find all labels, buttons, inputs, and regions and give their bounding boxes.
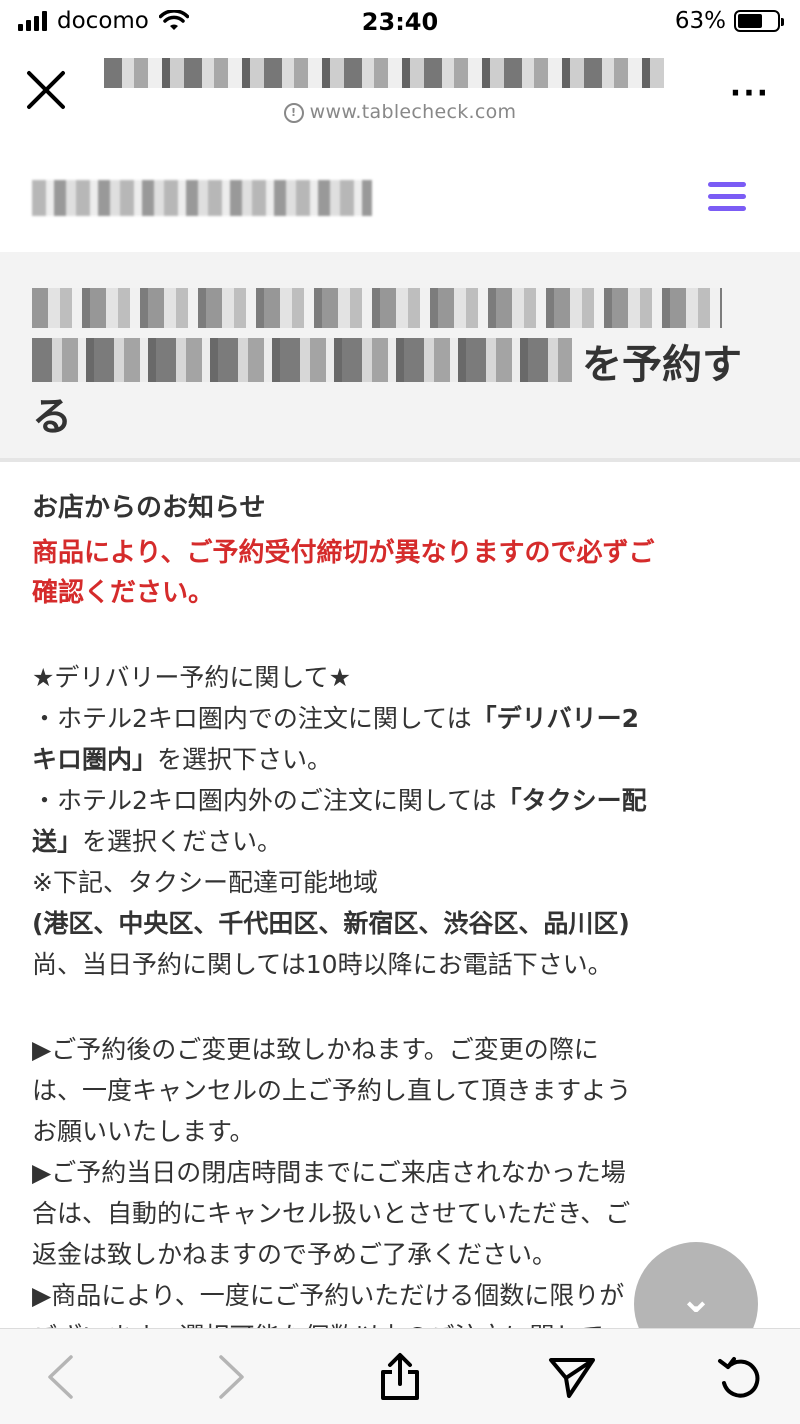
text-bold: 「デリバリー2 bbox=[471, 704, 640, 733]
text-line: ▶ご予約当日の閉店時間までにご来店されなかった場 bbox=[32, 1158, 626, 1187]
text-line: ※下記、タクシー配達可能地域 bbox=[32, 868, 378, 897]
hamburger-menu-icon[interactable] bbox=[708, 182, 746, 214]
venue-name-redacted-2 bbox=[32, 338, 572, 382]
send-button[interactable] bbox=[522, 1329, 622, 1424]
battery-icon bbox=[734, 10, 784, 32]
share-button[interactable] bbox=[350, 1329, 450, 1424]
text-line: お願いいたします。 bbox=[32, 1117, 255, 1146]
site-logo-redacted[interactable] bbox=[32, 180, 372, 216]
page-title-redacted bbox=[104, 58, 664, 88]
browser-bar: ! www.tablecheck.com ··· bbox=[0, 46, 800, 143]
hero-title-suffix: を予約す bbox=[582, 342, 742, 388]
notice-section: お店からのお知らせ 商品により、ご予約受付締切が異なりますので必ずご 確認くださ… bbox=[32, 488, 768, 1357]
text-line: ・ホテル2キロ圏内での注文に関しては bbox=[32, 704, 472, 733]
url-display[interactable]: ! www.tablecheck.com bbox=[0, 101, 800, 123]
forward-button[interactable] bbox=[182, 1329, 282, 1424]
alert-line-1: 商品により、ご予約受付締切が異なりますので必ずご bbox=[32, 538, 655, 568]
hero-title-end: る bbox=[32, 394, 72, 440]
text-line: 合は、自動的にキャンセル扱いとさせていただき、ご bbox=[32, 1199, 631, 1228]
more-options-icon[interactable]: ··· bbox=[730, 76, 770, 111]
site-header bbox=[0, 142, 800, 252]
text-line: ・ホテル2キロ圏内外のご注文に関しては bbox=[32, 786, 497, 815]
text-bold: 「タクシー配 bbox=[496, 786, 647, 815]
status-bar: docomo 23:40 63% bbox=[0, 0, 800, 46]
url-text: www.tablecheck.com bbox=[309, 101, 517, 123]
chevron-left-icon bbox=[48, 1354, 73, 1399]
delivery-heading: ★デリバリー予約に関して★ bbox=[32, 663, 352, 692]
text-line: 尚、当日予約に関しては10時以降にお電話下さい。 bbox=[32, 950, 613, 979]
text-line: ▶ご予約後のご変更は致しかねます。ご変更の際に bbox=[32, 1035, 599, 1064]
info-icon: ! bbox=[283, 102, 304, 123]
chevron-down-icon: ⌄ bbox=[679, 1276, 713, 1322]
chevron-right-icon bbox=[219, 1354, 244, 1399]
reload-button[interactable] bbox=[690, 1329, 790, 1424]
reload-icon bbox=[718, 1356, 760, 1398]
text-bold: 送」 bbox=[32, 827, 83, 856]
venue-name-redacted bbox=[32, 288, 722, 328]
send-icon bbox=[549, 1357, 595, 1398]
browser-toolbar bbox=[0, 1328, 800, 1424]
back-button[interactable] bbox=[10, 1329, 110, 1424]
text-line: を選択ください。 bbox=[82, 827, 283, 856]
delivery-areas: (港区、中央区、千代田区、新宿区、渋谷区、品川区) bbox=[32, 909, 630, 938]
hero-banner: を予約す る bbox=[0, 252, 800, 462]
battery-percent: 63% bbox=[674, 8, 726, 34]
text-line: を選択下さい。 bbox=[157, 745, 333, 774]
share-icon bbox=[381, 1352, 419, 1400]
alert-line-2: 確認ください。 bbox=[32, 578, 215, 608]
notice-heading: お店からのお知らせ bbox=[32, 493, 266, 523]
text-line: は、一度キャンセルの上ご予約し直して頂きますよう bbox=[32, 1076, 632, 1105]
text-bold: キロ圏内」 bbox=[32, 745, 158, 774]
